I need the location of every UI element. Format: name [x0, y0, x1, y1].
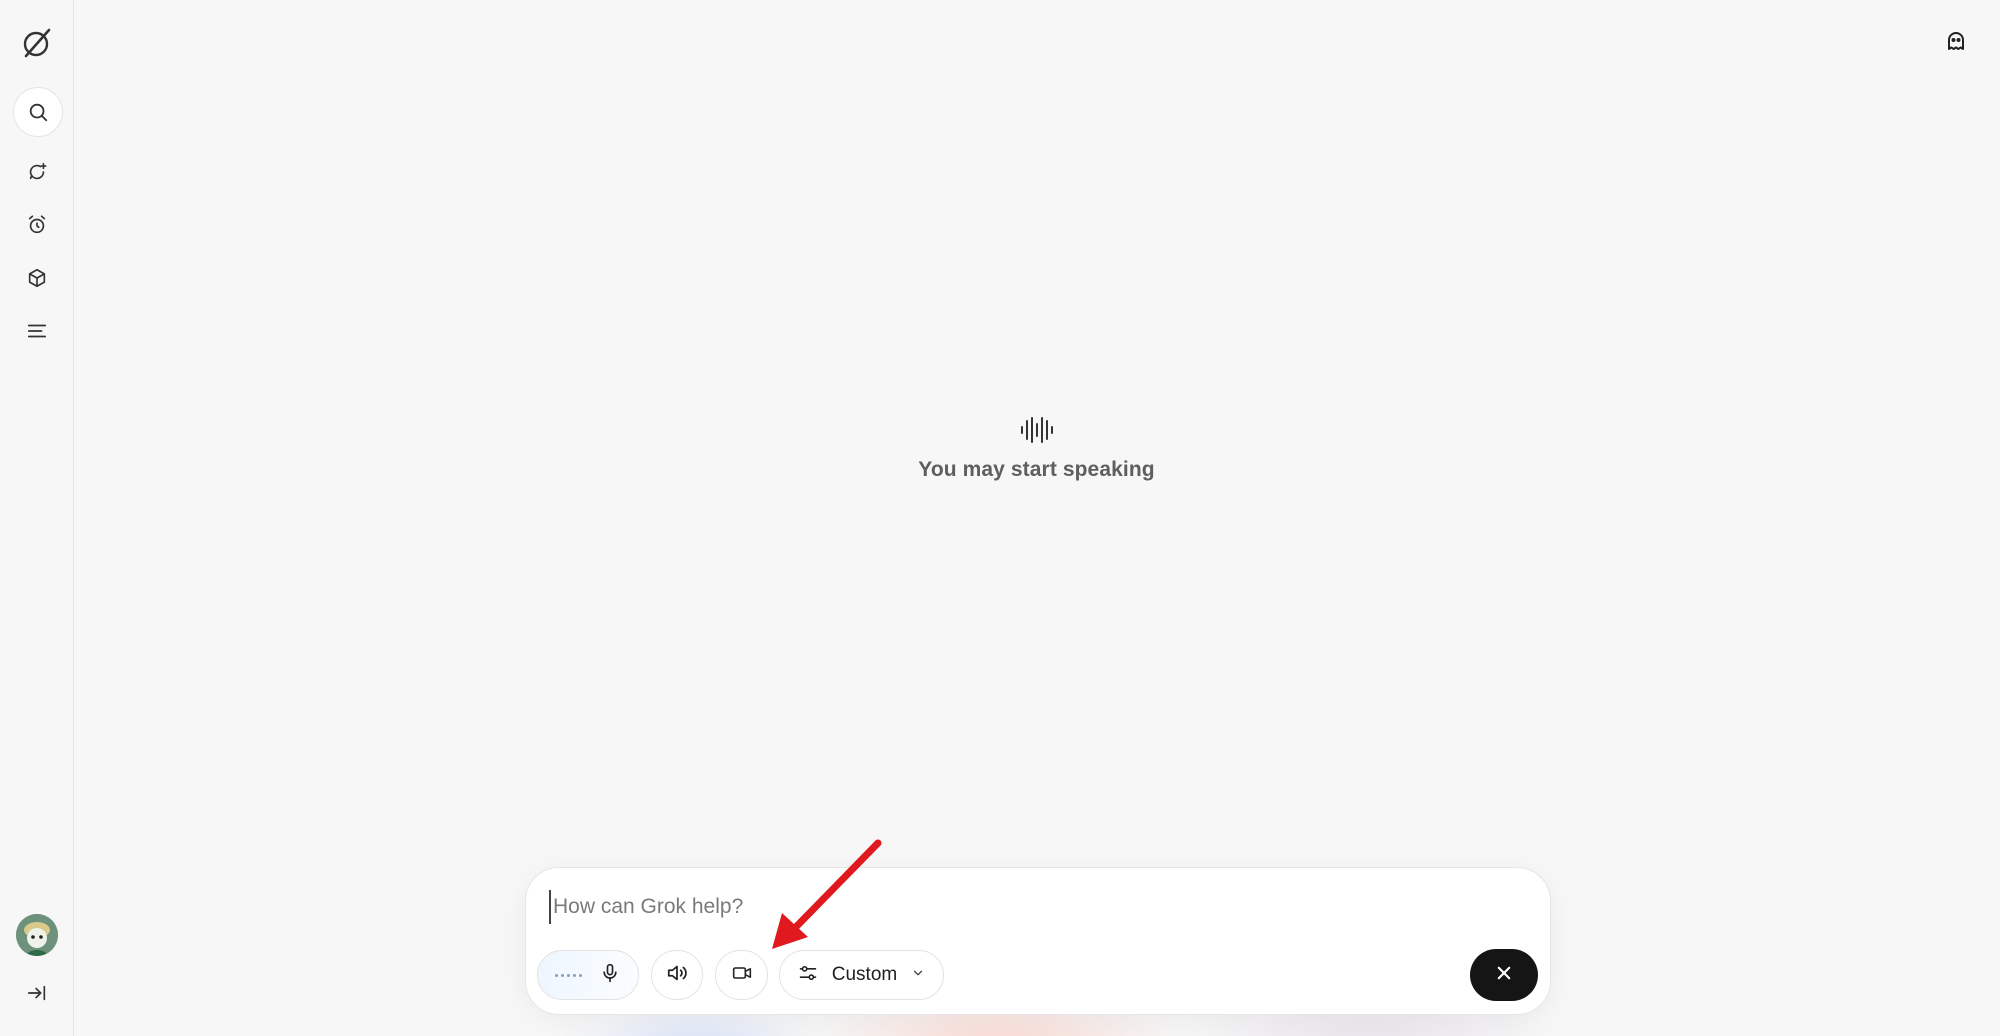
voice-status-text: You may start speaking: [918, 458, 1155, 481]
search-icon: [27, 101, 49, 123]
user-avatar[interactable]: [16, 914, 58, 956]
app-root: You may start speaking How can Grok help…: [0, 0, 2000, 1036]
new-chat-button[interactable]: [13, 148, 61, 196]
close-voice-button[interactable]: [1470, 949, 1538, 1001]
prompt-input[interactable]: [549, 890, 1433, 924]
close-icon: [1495, 964, 1513, 987]
cube-icon: [26, 267, 48, 289]
camera-button[interactable]: [715, 950, 768, 1000]
audio-level-dots: [555, 973, 582, 977]
voice-status: You may start speaking: [73, 415, 2000, 482]
video-camera-icon: [730, 963, 754, 988]
mode-selector[interactable]: Custom: [779, 950, 944, 1000]
expand-sidebar-icon: [26, 982, 48, 1004]
ghost-icon: [1944, 29, 1968, 58]
sidebar: [0, 0, 74, 1036]
private-chat-button[interactable]: [1934, 21, 1978, 65]
sliders-icon: [798, 963, 818, 988]
chevron-down-icon: [911, 966, 925, 985]
grok-logo-icon[interactable]: [13, 19, 61, 67]
speaker-icon: [665, 962, 689, 989]
tasks-button[interactable]: [13, 201, 61, 249]
speaker-button[interactable]: [651, 950, 703, 1000]
microphone-button[interactable]: [537, 950, 639, 1000]
history-button[interactable]: [13, 307, 61, 355]
composer: Custom: [525, 867, 1551, 1015]
expand-sidebar-button[interactable]: [13, 969, 61, 1017]
microphone-icon: [600, 962, 620, 989]
alarm-clock-icon: [26, 214, 48, 236]
mode-label: Custom: [831, 964, 898, 985]
sound-wave-icon: [1020, 417, 1053, 443]
projects-button[interactable]: [13, 254, 61, 302]
menu-lines-icon: [26, 320, 48, 342]
search-button[interactable]: [13, 87, 63, 137]
new-chat-icon: [26, 161, 48, 183]
